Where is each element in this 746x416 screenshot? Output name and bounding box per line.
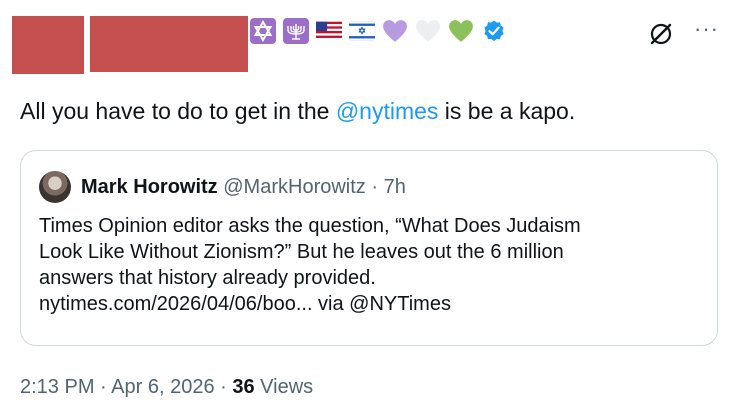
- quoted-tweet-header: Mark Horowitz @MarkHorowitz · 7h: [81, 175, 406, 199]
- purple-heart-icon: [382, 18, 408, 44]
- views-label: Views: [254, 376, 314, 398]
- redacted-display-name[interactable]: [90, 16, 248, 72]
- israel-flag-icon: [349, 18, 375, 44]
- quoted-tweet-text: Times Opinion editor asks the question, …: [39, 213, 709, 317]
- meta-separator: ·: [94, 376, 112, 398]
- quoted-tweet-card[interactable]: Mark Horowitz @MarkHorowitz · 7h Times O…: [20, 150, 718, 346]
- tweet-mention-link[interactable]: @nytimes: [336, 98, 439, 124]
- redacted-avatar[interactable]: [12, 16, 84, 74]
- quoted-text-link-line[interactable]: nytimes.com/2026/04/06/boo... via @NYTim…: [39, 291, 709, 317]
- quoted-author-handle[interactable]: @MarkHorowitz: [223, 176, 366, 198]
- tweet-text-before: All you have to do to get in the: [20, 98, 336, 124]
- more-options-icon[interactable]: ···: [694, 18, 719, 40]
- menorah-icon: [283, 18, 309, 44]
- quoted-text-line: answers that history already provided.: [39, 267, 376, 289]
- tweet-metadata: 2:13 PM · Apr 6, 2026 · 36 Views: [20, 374, 313, 400]
- star-of-david-icon: [250, 18, 276, 44]
- views-count[interactable]: 36: [232, 376, 254, 398]
- quoted-author-name[interactable]: Mark Horowitz: [81, 176, 218, 198]
- us-flag-icon: [316, 18, 342, 44]
- verified-badge-icon[interactable]: [481, 18, 507, 44]
- quoted-text-line: Times Opinion editor asks the question, …: [39, 215, 581, 237]
- green-heart-icon: [448, 18, 474, 44]
- tweet-text: All you have to do to get in the @nytime…: [20, 96, 575, 126]
- quoted-author-avatar[interactable]: [39, 171, 71, 203]
- quoted-tweet-time[interactable]: 7h: [384, 176, 406, 198]
- quoted-text-line: Look Like Without Zionism?” But he leave…: [39, 241, 564, 263]
- tweet-time-link[interactable]: 2:13 PM: [20, 376, 94, 398]
- display-name-emojis: [250, 16, 507, 46]
- tweet-date-link[interactable]: Apr 6, 2026: [111, 376, 214, 398]
- tweet-text-after: is be a kapo.: [438, 98, 576, 124]
- white-heart-icon: [415, 18, 441, 44]
- grok-icon[interactable]: [648, 21, 674, 47]
- meta-separator: ·: [214, 376, 233, 398]
- quoted-separator: ·: [365, 176, 384, 198]
